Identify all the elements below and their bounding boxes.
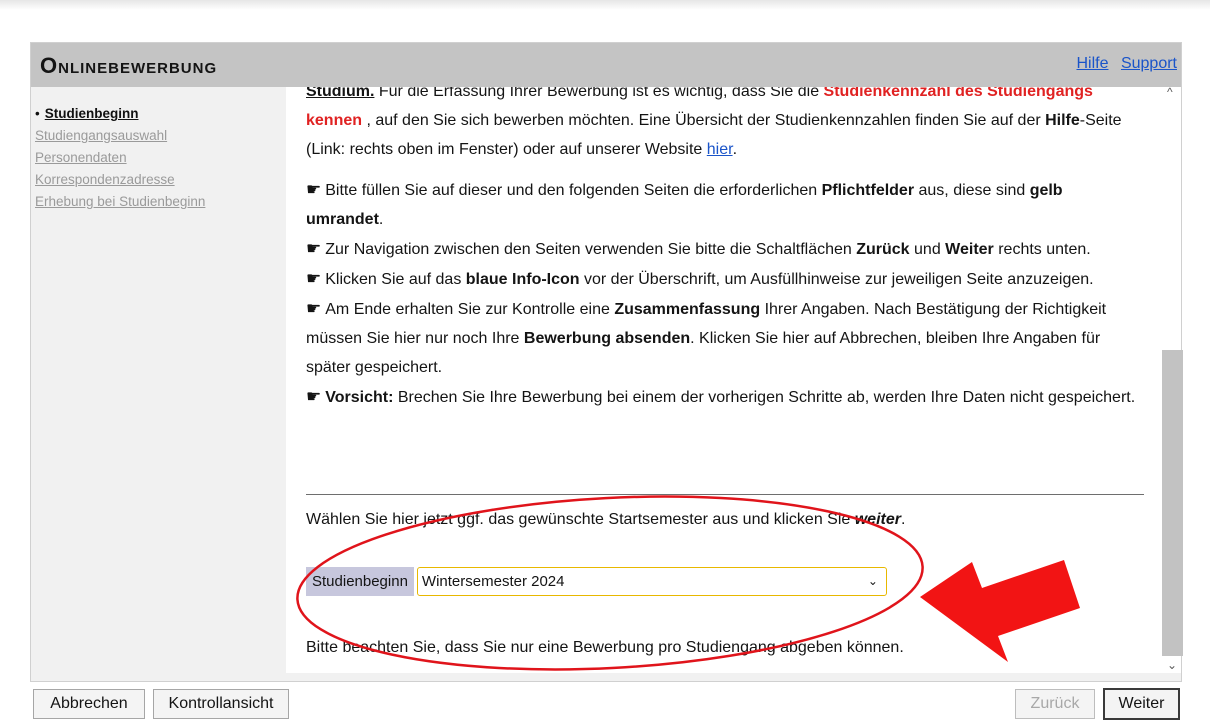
nav-item-label[interactable]: Studienbeginn xyxy=(45,106,139,121)
page-title: Onlinebewerbung xyxy=(40,53,218,78)
semester-select[interactable]: Wintersemester 2024 ⌄ xyxy=(416,567,887,596)
instructions: Studium. Für die Erfassung Ihrer Bewerbu… xyxy=(306,87,1144,412)
pointing-hand-icon: ☛ xyxy=(306,299,322,318)
header-links: Hilfe Support xyxy=(1068,55,1177,73)
semester-field-label: Studienbeginn xyxy=(306,567,414,596)
nav-item-studiengangsauswahl[interactable]: Studiengangsauswahl xyxy=(35,125,275,147)
nav-item-personendaten[interactable]: Personendaten xyxy=(35,147,275,169)
pointing-hand-icon: ☛ xyxy=(306,387,322,406)
next-button[interactable]: Weiter xyxy=(1103,688,1180,720)
review-button[interactable]: Kontrollansicht xyxy=(153,689,289,719)
instruction-navigation: ☛ Zur Navigation zwischen den Seiten verw… xyxy=(306,239,1091,258)
single-application-note: Bitte beachten Sie, dass Sie nur eine Be… xyxy=(306,639,904,656)
nav-item-erhebung[interactable]: Erhebung bei Studienbeginn xyxy=(35,191,275,213)
instruction-required-fields: ☛ Bitte füllen Sie auf dieser und den fol… xyxy=(306,180,1063,228)
help-link[interactable]: Hilfe xyxy=(1076,55,1108,72)
nav-item-label[interactable]: Erhebung bei Studienbeginn xyxy=(35,194,205,209)
divider xyxy=(306,494,1144,495)
pointing-hand-icon: ☛ xyxy=(306,180,322,199)
semester-select-value: Wintersemester 2024 xyxy=(421,573,565,590)
choose-semester-text: Wählen Sie hier jetzt ggf. das gewünscht… xyxy=(306,511,906,528)
scrollbar-thumb[interactable] xyxy=(1162,350,1183,656)
main-content: Studium. Für die Erfassung Ihrer Bewerbu… xyxy=(286,87,1181,673)
nav-item-label[interactable]: Personendaten xyxy=(35,150,127,165)
instruction-warning: ☛ Vorsicht: Brechen Sie Ihre Bewerbung be… xyxy=(306,387,1136,406)
chevron-down-icon: ⌄ xyxy=(867,574,878,588)
support-link[interactable]: Support xyxy=(1121,55,1177,72)
nav-item-label[interactable]: Studiengangsauswahl xyxy=(35,128,167,143)
pointing-hand-icon: ☛ xyxy=(306,239,322,258)
nav-item-studienbeginn[interactable]: Studienbeginn xyxy=(35,103,275,125)
nav-item-label[interactable]: Korrespondenzadresse xyxy=(35,172,175,187)
website-link[interactable]: hier xyxy=(707,141,733,158)
instruction-summary: ☛ Am Ende erhalten Sie zur Kontrolle eine… xyxy=(306,299,1107,376)
nav-item-korrespondenzadresse[interactable]: Korrespondenzadresse xyxy=(35,169,275,191)
cancel-button[interactable]: Abbrechen xyxy=(33,689,145,719)
header-bar: Onlinebewerbung Hilfe Support xyxy=(31,43,1181,87)
pointing-hand-icon: ☛ xyxy=(306,269,322,288)
back-button[interactable]: Zurück xyxy=(1015,689,1095,719)
application-window: Onlinebewerbung Hilfe Support Studienbeg… xyxy=(30,42,1183,682)
top-shadow xyxy=(0,0,1210,10)
intro-paragraph: Studium. Für die Erfassung Ihrer Bewerbu… xyxy=(306,87,1122,158)
scroll-up-icon[interactable]: ^ xyxy=(1167,85,1173,99)
semester-field-row: Studienbeginn Wintersemester 2024 ⌄ xyxy=(306,567,887,596)
instruction-info-icon: ☛ Klicken Sie auf das blaue Info-Icon vor… xyxy=(306,269,1094,288)
scroll-down-icon[interactable]: ⌄ xyxy=(1167,658,1177,672)
step-navigation: Studienbeginn Studiengangsauswahl Person… xyxy=(35,103,275,213)
